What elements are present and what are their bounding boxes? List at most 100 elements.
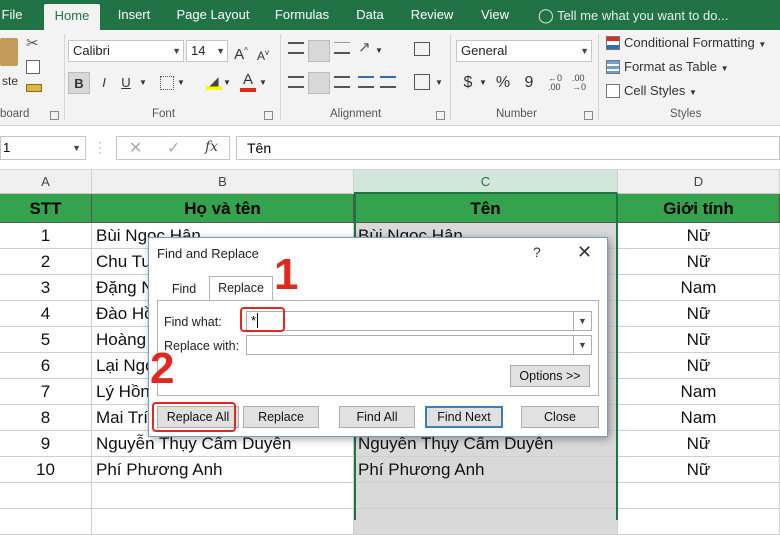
chevron-down-icon[interactable]: ▼ bbox=[573, 336, 591, 354]
cut-icon[interactable]: ✂ bbox=[26, 34, 39, 52]
close-icon[interactable]: ✕ bbox=[577, 242, 592, 263]
chevron-down-icon[interactable]: ▼ bbox=[478, 72, 488, 94]
enter-icon[interactable]: ✓ bbox=[167, 138, 180, 158]
align-center-icon[interactable] bbox=[308, 72, 330, 94]
name-box[interactable]: 1 ▼ bbox=[0, 136, 86, 160]
chevron-down-icon[interactable]: ▼ bbox=[222, 72, 232, 94]
cancel-icon[interactable]: ✕ bbox=[129, 138, 142, 158]
replace-button[interactable]: Replace bbox=[243, 406, 319, 428]
table-cell[interactable]: Nữ bbox=[618, 249, 780, 275]
tab-file[interactable]: File bbox=[0, 0, 24, 30]
table-cell[interactable]: 9 bbox=[0, 431, 92, 457]
cell-styles-button[interactable]: Cell Styles ▼ bbox=[624, 80, 697, 102]
empty-cell[interactable] bbox=[354, 509, 618, 535]
tab-formulas[interactable]: Formulas bbox=[268, 0, 336, 30]
grow-font-icon[interactable]: A^ bbox=[232, 40, 250, 63]
chevron-down-icon[interactable]: ▼ bbox=[258, 72, 268, 94]
empty-cell[interactable] bbox=[0, 483, 92, 509]
help-icon[interactable]: ? bbox=[533, 244, 541, 260]
header-cell[interactable]: Họ và tên bbox=[92, 194, 354, 223]
align-bottom-icon[interactable] bbox=[334, 42, 350, 54]
table-cell[interactable]: Nam bbox=[618, 379, 780, 405]
table-cell[interactable]: 10 bbox=[0, 457, 92, 483]
table-cell[interactable]: 8 bbox=[0, 405, 92, 431]
header-cell[interactable]: STT bbox=[0, 194, 92, 223]
table-cell[interactable]: Nữ bbox=[618, 223, 780, 249]
empty-cell[interactable] bbox=[618, 483, 780, 509]
tab-find[interactable]: Find bbox=[161, 278, 207, 300]
wrap-text-icon[interactable] bbox=[414, 42, 430, 56]
table-cell[interactable]: Nữ bbox=[618, 301, 780, 327]
tab-home[interactable]: Home bbox=[44, 4, 100, 30]
comma-style-button[interactable]: 9 bbox=[520, 72, 538, 94]
header-cell[interactable]: Tên bbox=[354, 194, 618, 223]
close-button[interactable]: Close bbox=[521, 406, 599, 428]
align-right-icon[interactable] bbox=[334, 76, 350, 88]
format-painter-icon[interactable] bbox=[26, 84, 42, 92]
borders-icon[interactable] bbox=[160, 76, 174, 90]
insert-function-icon[interactable]: fx bbox=[205, 139, 218, 155]
column-header-a[interactable]: A bbox=[0, 170, 92, 194]
table-cell[interactable]: 4 bbox=[0, 301, 92, 327]
currency-button[interactable]: $ bbox=[460, 72, 476, 94]
format-as-table-button[interactable]: Format as Table ▼ bbox=[624, 56, 729, 78]
header-cell[interactable]: Giới tính bbox=[618, 194, 780, 223]
shrink-font-icon[interactable]: Av bbox=[254, 42, 272, 64]
table-cell[interactable]: 2 bbox=[0, 249, 92, 275]
align-top-icon[interactable] bbox=[288, 42, 304, 54]
paste-icon[interactable] bbox=[0, 38, 18, 66]
table-cell[interactable]: Phí Phương Anh bbox=[354, 457, 618, 483]
chevron-down-icon[interactable]: ▼ bbox=[374, 40, 384, 62]
increase-indent-icon[interactable] bbox=[380, 76, 396, 88]
copy-icon[interactable] bbox=[26, 60, 40, 74]
decrease-indent-icon[interactable] bbox=[358, 76, 374, 88]
orientation-icon[interactable]: ↗ bbox=[358, 38, 371, 56]
align-middle-icon[interactable] bbox=[308, 40, 330, 62]
font-color-icon[interactable]: A bbox=[240, 72, 256, 92]
options-button[interactable]: Options >> bbox=[510, 365, 590, 387]
empty-cell[interactable] bbox=[354, 483, 618, 509]
table-cell[interactable]: Nam bbox=[618, 405, 780, 431]
table-cell[interactable]: Nữ bbox=[618, 457, 780, 483]
table-cell[interactable]: 6 bbox=[0, 353, 92, 379]
table-cell[interactable]: Nam bbox=[618, 275, 780, 301]
tab-insert[interactable]: Insert bbox=[110, 0, 158, 30]
column-header-b[interactable]: B bbox=[92, 170, 354, 194]
find-next-button[interactable]: Find Next bbox=[425, 406, 503, 428]
clipboard-launcher-icon[interactable] bbox=[50, 111, 59, 120]
increase-decimal-icon[interactable]: ←0.00 bbox=[548, 74, 562, 92]
merge-center-icon[interactable] bbox=[414, 74, 430, 90]
chevron-down-icon[interactable]: ▼ bbox=[138, 72, 148, 94]
empty-cell[interactable] bbox=[92, 483, 354, 509]
tab-data[interactable]: Data bbox=[348, 0, 392, 30]
empty-cell[interactable] bbox=[618, 509, 780, 535]
chevron-down-icon[interactable]: ▼ bbox=[434, 72, 444, 94]
tab-view[interactable]: View bbox=[472, 0, 518, 30]
chevron-down-icon[interactable]: ▼ bbox=[573, 312, 591, 330]
table-cell[interactable]: 7 bbox=[0, 379, 92, 405]
table-cell[interactable]: 3 bbox=[0, 275, 92, 301]
empty-cell[interactable] bbox=[92, 509, 354, 535]
find-all-button[interactable]: Find All bbox=[339, 406, 415, 428]
decrease-decimal-icon[interactable]: .00 →0 bbox=[572, 74, 586, 92]
alignment-launcher-icon[interactable] bbox=[436, 111, 445, 120]
number-launcher-icon[interactable] bbox=[584, 111, 593, 120]
table-cell[interactable]: Phí Phương Anh bbox=[92, 457, 354, 483]
table-cell[interactable]: 1 bbox=[0, 223, 92, 249]
fill-color-icon[interactable]: ◢ bbox=[206, 74, 222, 90]
conditional-formatting-button[interactable]: Conditional Formatting ▼ bbox=[624, 32, 766, 54]
formula-input[interactable]: Tên bbox=[236, 136, 780, 160]
percent-button[interactable]: % bbox=[494, 72, 512, 94]
column-header-c[interactable]: C bbox=[354, 170, 618, 194]
align-left-icon[interactable] bbox=[288, 76, 304, 88]
table-cell[interactable]: Nữ bbox=[618, 353, 780, 379]
tab-replace[interactable]: Replace bbox=[209, 276, 273, 301]
underline-button[interactable]: U bbox=[116, 72, 136, 94]
column-header-d[interactable]: D bbox=[618, 170, 780, 194]
table-cell[interactable]: Nữ bbox=[618, 327, 780, 353]
tab-review[interactable]: Review bbox=[404, 0, 460, 30]
font-name-combo[interactable]: Calibri ▼ bbox=[68, 40, 184, 62]
italic-button[interactable]: I bbox=[94, 72, 114, 94]
number-format-combo[interactable]: General ▼ bbox=[456, 40, 592, 62]
bold-button[interactable]: B bbox=[68, 72, 90, 94]
